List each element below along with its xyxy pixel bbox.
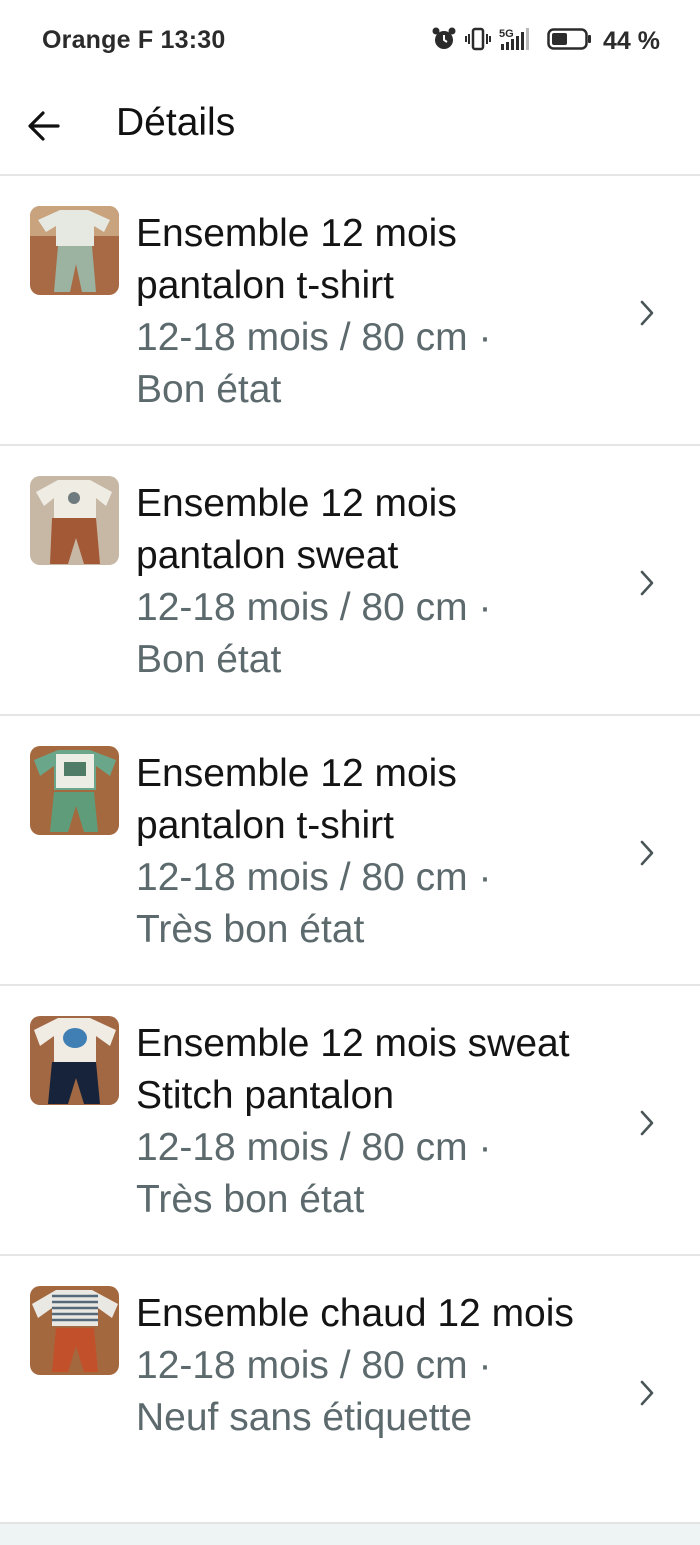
item-condition: Neuf sans étiquette xyxy=(136,1396,473,1439)
vibrate-icon xyxy=(465,26,492,57)
chevron-right-icon xyxy=(640,1110,654,1136)
item-size: 12-18 mois / 80 cm · xyxy=(136,1126,492,1169)
item-thumbnail xyxy=(30,1286,119,1375)
chevron-right-icon xyxy=(640,1380,654,1406)
list-item[interactable]: Ensemble 12 mois sweat Stitch pantalon 1… xyxy=(0,986,700,1256)
status-icons: 5G 44 % xyxy=(431,24,660,58)
arrow-left-icon xyxy=(28,111,60,141)
item-thumbnail xyxy=(30,1016,119,1105)
alarm-icon xyxy=(431,26,457,57)
chevron-right-icon xyxy=(640,840,654,866)
item-condition: Très bon état xyxy=(136,908,365,951)
list-item[interactable]: Ensemble 12 mois pantalon sweat 12-18 mo… xyxy=(0,446,700,716)
item-condition: Très bon état xyxy=(136,1178,365,1221)
item-title: Ensemble 12 mois pantalon sweat xyxy=(136,482,457,577)
item-size: 12-18 mois / 80 cm · xyxy=(136,856,492,899)
item-size: 12-18 mois / 80 cm · xyxy=(136,1344,492,1387)
status-bar: Orange F 13:30 5G 44 % xyxy=(0,0,700,82)
item-thumbnail xyxy=(30,206,119,295)
item-thumbnail xyxy=(30,746,119,835)
item-condition: Bon état xyxy=(136,638,282,681)
item-title: Ensemble 12 mois pantalon t-shirt xyxy=(136,752,457,847)
item-thumbnail xyxy=(30,476,119,565)
chevron-right-icon xyxy=(640,570,654,596)
list-item[interactable]: Ensemble 12 mois pantalon t-shirt 12-18 … xyxy=(0,716,700,986)
chevron-right-icon xyxy=(640,300,654,326)
bottom-edge xyxy=(0,1522,700,1545)
page-title: Détails xyxy=(116,101,236,144)
item-title: Ensemble 12 mois pantalon t-shirt xyxy=(136,212,457,307)
carrier-time: Orange F 13:30 xyxy=(42,26,226,54)
item-list: Ensemble 12 mois pantalon t-shirt 12-18 … xyxy=(0,176,700,1545)
battery-icon xyxy=(547,26,593,57)
svg-text:5G: 5G xyxy=(499,28,514,40)
app-bar: Détails xyxy=(0,82,700,176)
signal-icon: 5G xyxy=(499,26,539,57)
list-item[interactable]: Ensemble 12 mois pantalon t-shirt 12-18 … xyxy=(0,176,700,446)
item-size: 12-18 mois / 80 cm · xyxy=(136,586,492,629)
list-item[interactable]: Ensemble chaud 12 mois 12-18 mois / 80 c… xyxy=(0,1256,700,1545)
item-size: 12-18 mois / 80 cm · xyxy=(136,316,492,359)
back-button[interactable] xyxy=(18,100,70,152)
item-condition: Bon état xyxy=(136,368,282,411)
item-title: Ensemble chaud 12 mois xyxy=(136,1292,574,1335)
item-title: Ensemble 12 mois sweat Stitch pantalon xyxy=(136,1022,570,1117)
battery-percent: 44 % xyxy=(603,26,660,55)
